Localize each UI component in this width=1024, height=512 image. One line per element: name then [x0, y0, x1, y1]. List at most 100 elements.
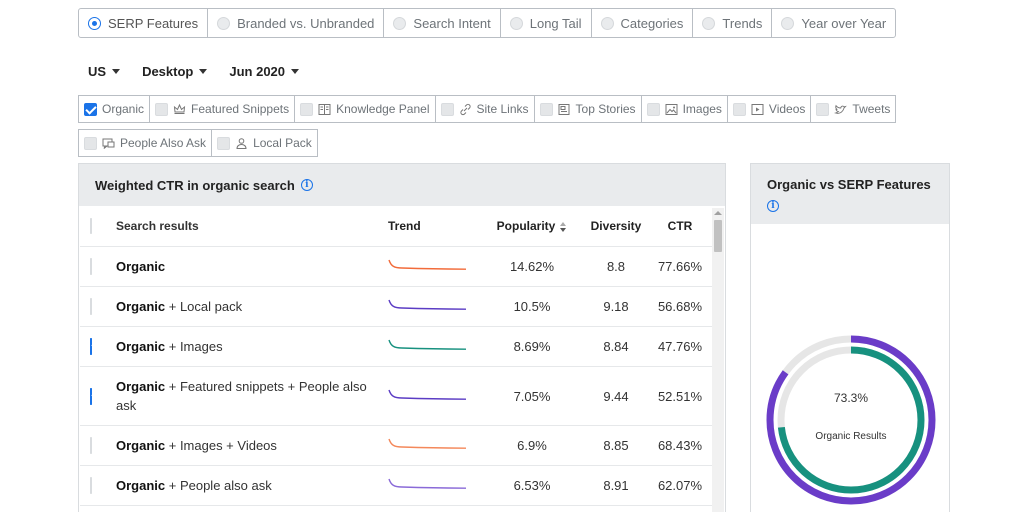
column-header-ctr: CTR — [667, 219, 693, 233]
date-value: Jun 2020 — [229, 64, 286, 79]
checkbox[interactable] — [300, 102, 314, 116]
crown-icon — [173, 103, 186, 116]
country-dropdown[interactable]: US — [88, 64, 121, 79]
feature-filter-featured-snippets[interactable]: Featured Snippets — [149, 95, 296, 123]
feature-label: Tweets — [852, 102, 891, 116]
checkbox[interactable] — [646, 102, 660, 116]
table-row[interactable]: Organic + Images + Videos 6.9% 8.85 68.43% — [80, 426, 712, 466]
tab-label: Search Intent — [413, 15, 491, 31]
table-row[interactable]: Organic 14.62% 8.8 77.66% — [80, 247, 712, 287]
diversity-cell: 9.18 — [603, 299, 629, 314]
feature-filter-images[interactable]: Images — [640, 95, 728, 123]
column-header-trend: Trend — [388, 219, 421, 233]
checkbox[interactable] — [732, 102, 746, 116]
country-value: US — [88, 64, 107, 79]
feature-filter-tweets[interactable]: Tweets — [810, 95, 897, 123]
checkbox[interactable] — [816, 102, 830, 116]
row-label: Organic + Local pack — [116, 297, 388, 316]
feature-filter-site-links[interactable]: Site Links — [434, 95, 535, 123]
diversity-cell: 8.91 — [603, 478, 629, 493]
row-checkbox[interactable] — [90, 338, 92, 355]
image-icon — [665, 103, 678, 116]
checkbox[interactable] — [155, 102, 169, 116]
diversity-cell: 8.84 — [603, 339, 629, 354]
trend-sparkline — [388, 258, 480, 275]
trend-sparkline — [388, 298, 480, 315]
tab-search-intent[interactable]: Search Intent — [384, 9, 501, 37]
feature-filters-row-2: People Also Ask Local Pack — [78, 129, 318, 157]
ctr-cell: 68.43% — [657, 438, 703, 453]
checkbox[interactable] — [440, 102, 454, 116]
select-all-checkbox[interactable] — [90, 218, 92, 234]
tab-branded-vs-unbranded[interactable]: Branded vs. Unbranded — [208, 9, 385, 37]
table-header-row: Search results Trend Popularity Diversit… — [80, 206, 712, 247]
radio-button[interactable] — [88, 16, 101, 30]
radio-button[interactable] — [600, 16, 614, 30]
feature-label: Featured Snippets — [191, 102, 290, 116]
feature-label: Organic — [102, 102, 145, 116]
filter-dropdowns: US Desktop Jun 2020 — [88, 64, 300, 79]
feature-filter-top-stories[interactable]: Top Stories — [533, 95, 642, 123]
row-extra: + Images — [165, 339, 223, 354]
checkbox[interactable] — [84, 102, 97, 116]
row-checkbox[interactable] — [90, 437, 92, 454]
tab-label: SERP Features — [108, 15, 199, 31]
row-extra: + Local pack — [165, 299, 243, 314]
trend-sparkline — [388, 388, 480, 405]
tab-long-tail[interactable]: Long Tail — [501, 9, 592, 37]
radio-button[interactable] — [702, 16, 716, 30]
feature-filter-organic[interactable]: Organic — [78, 95, 151, 123]
feature-label: Site Links — [476, 102, 529, 116]
radio-button[interactable] — [393, 16, 407, 30]
diversity-cell: 8.8 — [606, 259, 626, 274]
table-row[interactable]: Organic + Images 8.69% 8.84 47.76% — [80, 327, 712, 367]
info-icon[interactable]: i — [767, 200, 779, 212]
row-checkbox[interactable] — [90, 298, 92, 315]
table-row[interactable]: Organic + People also ask 6.53% 8.91 62.07% — [80, 466, 712, 506]
panel-title: Weighted CTR in organic search — [95, 177, 295, 193]
tab-year-over-year[interactable]: Year over Year — [772, 9, 895, 37]
tab-serp-features[interactable]: SERP Features — [79, 9, 209, 37]
tab-label: Branded vs. Unbranded — [237, 15, 375, 31]
checkbox[interactable] — [217, 136, 231, 150]
column-header-popularity[interactable]: Popularity — [480, 219, 584, 233]
tab-trends[interactable]: Trends — [693, 9, 773, 37]
popularity-cell: 10.5% — [513, 299, 551, 314]
scroll-up-arrow-icon[interactable] — [714, 211, 722, 215]
row-extra: + People also ask — [165, 478, 272, 493]
table-row[interactable]: Organic + Featured snippets + People als… — [80, 367, 712, 426]
tab-categories[interactable]: Categories — [592, 9, 694, 37]
feature-label: Top Stories — [575, 102, 636, 116]
row-label: Organic + Images — [116, 337, 388, 356]
radio-button[interactable] — [781, 16, 795, 30]
panel-header: Weighted CTR in organic search i — [79, 164, 725, 206]
diversity-cell: 9.44 — [603, 388, 629, 404]
radio-button[interactable] — [217, 16, 231, 30]
organic-donut-chart: 73.3% Organic Results — [766, 335, 936, 505]
radio-button[interactable] — [509, 16, 523, 30]
ctr-cell: 62.07% — [657, 478, 703, 493]
column-header-diversity: Diversity — [590, 219, 642, 233]
feature-filter-people-also-ask[interactable]: People Also Ask — [78, 129, 213, 157]
device-dropdown[interactable]: Desktop — [142, 64, 208, 79]
feature-filter-local-pack[interactable]: Local Pack — [211, 129, 318, 157]
chevron-down-icon — [199, 69, 208, 74]
news-icon — [558, 103, 571, 116]
diversity-cell: 8.85 — [603, 438, 629, 453]
trend-sparkline — [388, 437, 480, 454]
checkbox[interactable] — [84, 136, 97, 150]
row-checkbox[interactable] — [90, 477, 92, 494]
popularity-cell: 8.69% — [513, 339, 551, 354]
date-dropdown[interactable]: Jun 2020 — [229, 64, 300, 79]
organic-vs-serp-panel: Organic vs SERP Features i 73.3% Organic… — [750, 163, 950, 512]
row-checkbox[interactable] — [90, 387, 92, 405]
info-icon[interactable]: i — [300, 179, 313, 191]
sort-icon[interactable] — [559, 221, 567, 232]
table-row[interactable]: Organic + Local pack 10.5% 9.18 56.68% — [80, 287, 712, 327]
checkbox[interactable] — [539, 102, 553, 116]
table-scrollbar[interactable] — [712, 208, 724, 512]
row-checkbox[interactable] — [90, 258, 92, 275]
feature-filter-videos[interactable]: Videos — [726, 95, 812, 123]
feature-filter-knowledge-panel[interactable]: Knowledge Panel — [294, 95, 436, 123]
scrollbar-thumb[interactable] — [714, 220, 722, 252]
